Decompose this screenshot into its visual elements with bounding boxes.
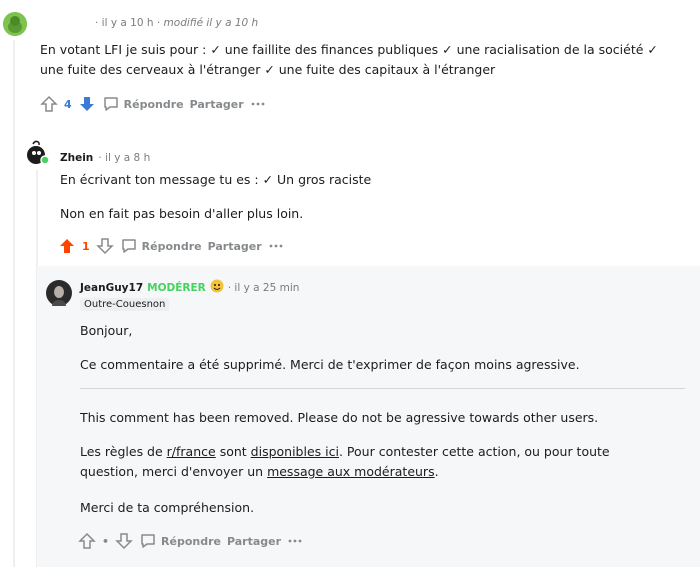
vote-score: 1 [82, 239, 90, 253]
more-icon [288, 539, 302, 543]
moderator-shield-icon [210, 278, 224, 297]
more-options-button[interactable] [250, 96, 266, 112]
comment-line: Bonjour, [80, 323, 133, 338]
upvote-icon[interactable] [58, 237, 76, 255]
avatar[interactable] [3, 12, 27, 36]
author-name[interactable]: JeanGuy17 [80, 282, 143, 294]
comment-header: Zhein · il y a 8 h [60, 146, 150, 165]
author-name[interactable]: Zhein [60, 152, 93, 164]
comment-line: Merci de ta compréhension. [80, 500, 255, 515]
moderator-tag: MODÉRER [147, 281, 206, 294]
user-avatar-icon [46, 280, 72, 306]
comment-body: En votant LFI je suis pour : ✓ une faill… [40, 42, 658, 77]
share-button[interactable]: Partager [227, 535, 281, 548]
divider [80, 388, 685, 389]
downvote-icon[interactable] [115, 532, 133, 550]
comment-line: En écrivant ton message tu es : ✓ Un gro… [60, 172, 372, 187]
downvote-icon[interactable] [78, 95, 96, 113]
more-options-button[interactable] [268, 238, 284, 254]
snoo-avatar-icon [3, 12, 27, 36]
user-flair: Outre-Couesnon [80, 298, 170, 311]
comment-line: Ce commentaire a été supprimé. Merci de … [80, 357, 580, 372]
comment-time: · il y a 25 min [227, 281, 300, 294]
comment-meta: · il y a 10 h · modifié il y a 10 h [95, 17, 259, 29]
comment-time: · il y a 8 h [98, 152, 151, 164]
reply-button[interactable]: Répondre [120, 237, 202, 255]
vote-score: 4 [64, 97, 72, 111]
comment-actions: 4 Répondre Partager [40, 94, 272, 114]
snoo-avatar-icon [27, 140, 50, 165]
upvote-icon[interactable] [40, 95, 58, 113]
share-button[interactable]: Partager [208, 240, 262, 253]
more-icon [269, 244, 283, 248]
comment-line: Non en fait pas besoin d'aller plus loin… [60, 206, 304, 221]
reply-button[interactable]: Répondre [139, 532, 221, 550]
more-icon [251, 102, 265, 106]
avatar[interactable] [23, 138, 51, 166]
comment-icon [103, 97, 118, 111]
avatar[interactable] [46, 280, 72, 306]
vote-score: • [102, 534, 110, 548]
edited-label: modifié il y a 10 h [163, 17, 259, 29]
downvote-icon[interactable] [95, 237, 114, 255]
comment-line: This comment has been removed. Please do… [80, 410, 599, 425]
subreddit-link[interactable]: r/france [167, 444, 216, 459]
more-options-button[interactable] [287, 533, 303, 549]
comment-header: JeanGuy17 MODÉRER · il y a 25 min [80, 278, 299, 297]
share-button[interactable]: Partager [190, 98, 244, 111]
upvote-icon[interactable] [78, 532, 96, 550]
rules-link[interactable]: disponibles ici [251, 444, 339, 459]
comment-actions: 1 Répondre Partager [58, 236, 290, 256]
comment-icon [121, 239, 136, 253]
comment-actions: • Répondre Partager [78, 531, 309, 551]
comment-icon [141, 534, 155, 548]
rules-paragraph: Les règles de r/france sont disponibles … [80, 444, 610, 479]
reply-button[interactable]: Répondre [102, 95, 184, 113]
thread-line-root[interactable] [13, 40, 15, 567]
message-moderators-link[interactable]: message aux modérateurs [267, 464, 435, 479]
